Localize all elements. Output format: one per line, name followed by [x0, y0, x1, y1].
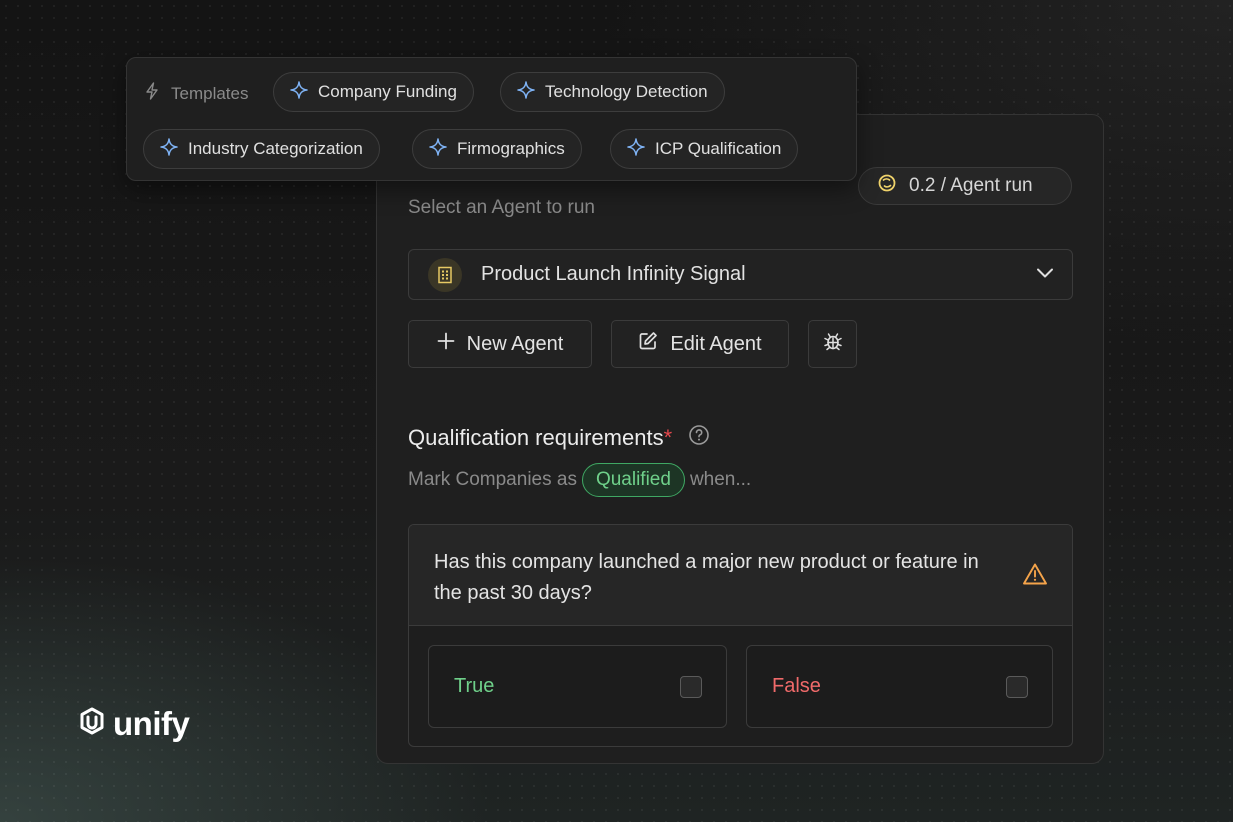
plus-icon	[437, 332, 455, 356]
question-text: Has this company launched a major new pr…	[434, 551, 979, 604]
template-chip-label: ICP Qualification	[655, 139, 782, 158]
qualification-rule: Mark Companies as Qualified when...	[408, 462, 751, 498]
qualified-badge: Qualified	[581, 463, 685, 497]
template-chip-industry-categorization[interactable]: Industry Categorization	[143, 129, 380, 169]
cost-pill: 0.2 / Agent run	[858, 167, 1072, 205]
answer-true-checkbox[interactable]	[680, 675, 702, 698]
selected-agent-name: Product Launch Infinity Signal	[481, 263, 746, 285]
template-chip-firmographics[interactable]: Firmographics	[412, 129, 582, 169]
template-chip-technology-detection[interactable]: Technology Detection	[500, 72, 725, 112]
edit-icon	[638, 331, 658, 357]
new-agent-label: New Agent	[466, 332, 564, 355]
question-header: Has this company launched a major new pr…	[409, 525, 1072, 626]
answer-false[interactable]: False	[746, 645, 1053, 728]
templates-label-text: Templates	[171, 83, 249, 103]
warning-icon	[1022, 562, 1048, 596]
templates-popover: Templates Company Funding Technology Det…	[126, 57, 857, 181]
answer-false-label: False	[772, 675, 821, 697]
required-marker: *	[663, 425, 673, 450]
question-box: Has this company launched a major new pr…	[408, 524, 1073, 747]
edit-agent-button[interactable]: Edit Agent	[611, 320, 789, 368]
template-chip-icp-qualification[interactable]: ICP Qualification	[610, 129, 799, 169]
new-agent-button[interactable]: New Agent	[408, 320, 592, 368]
select-agent-label: Select an Agent to run	[408, 197, 595, 218]
lightning-icon	[145, 82, 159, 105]
templates-label: Templates	[145, 82, 248, 105]
template-chip-label: Company Funding	[318, 82, 457, 101]
sparkle-icon	[517, 80, 535, 104]
unify-logo-icon	[79, 705, 105, 743]
template-chip-label: Industry Categorization	[188, 139, 363, 158]
answer-true-label: True	[454, 675, 495, 697]
template-chip-label: Firmographics	[457, 139, 565, 158]
template-chip-company-funding[interactable]: Company Funding	[273, 72, 474, 112]
brand-name: unify	[113, 705, 190, 742]
mark-prefix: Mark Companies as	[408, 469, 577, 490]
unify-logo: unify	[79, 705, 190, 743]
qualification-title: Qualification requirements *	[408, 424, 710, 452]
coin-icon	[877, 173, 897, 199]
answer-false-checkbox[interactable]	[1006, 675, 1028, 698]
answer-true[interactable]: True	[428, 645, 727, 728]
debug-button[interactable]	[808, 320, 857, 368]
edit-agent-label: Edit Agent	[670, 332, 762, 355]
mark-suffix: when...	[689, 469, 752, 490]
sparkle-icon	[290, 80, 308, 104]
cost-label: 0.2 / Agent run	[909, 175, 1033, 196]
building-icon	[428, 257, 462, 292]
bug-icon	[822, 330, 844, 358]
agent-select-dropdown[interactable]: Product Launch Infinity Signal	[408, 249, 1073, 300]
chevron-down-icon	[1036, 266, 1054, 284]
sparkle-icon	[627, 137, 645, 161]
sparkle-icon	[160, 137, 178, 161]
help-icon[interactable]	[688, 424, 710, 452]
sparkle-icon	[429, 137, 447, 161]
qualification-title-text: Qualification requirements	[408, 425, 664, 450]
template-chip-label: Technology Detection	[545, 82, 708, 101]
